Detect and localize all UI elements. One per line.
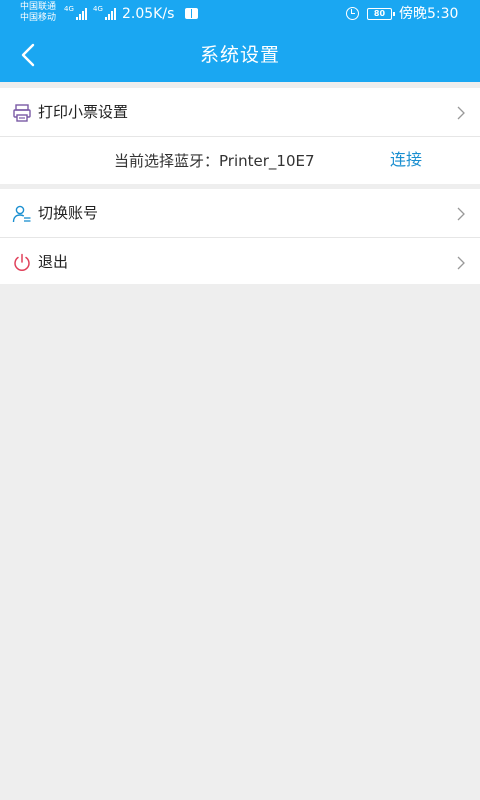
alarm-icon xyxy=(346,7,359,20)
bluetooth-status: 当前选择蓝牙：Printer_10E7 xyxy=(114,151,315,171)
print-settings-group: 打印小票设置 当前选择蓝牙：Printer_10E7 连接 xyxy=(0,88,480,184)
bluetooth-label: 当前选择蓝牙： xyxy=(114,152,220,170)
printer-icon xyxy=(13,104,31,122)
page-title: 系统设置 xyxy=(199,44,280,66)
header-bar: 系统设置 xyxy=(0,28,480,82)
book-icon xyxy=(185,8,198,19)
print-receipt-settings-item[interactable]: 打印小票设置 xyxy=(0,88,480,136)
connect-button[interactable]: 连接 xyxy=(390,150,422,170)
status-time: 傍晚5:30 xyxy=(399,6,459,22)
switch-account-item[interactable]: 切换账号 xyxy=(0,189,480,237)
chevron-right-icon xyxy=(457,106,465,120)
signal-2-icon: 4G xyxy=(93,6,116,20)
signal-1-icon: 4G xyxy=(64,6,87,20)
account-group: 切换账号 退出 xyxy=(0,189,480,285)
bluetooth-row: 当前选择蓝牙：Printer_10E7 连接 xyxy=(0,136,480,184)
user-switch-icon xyxy=(12,205,31,223)
chevron-right-icon xyxy=(457,256,465,270)
chevron-right-icon xyxy=(457,207,465,221)
logout-item[interactable]: 退出 xyxy=(0,237,480,285)
empty-content-area xyxy=(0,284,480,800)
carrier-1: 中国联通 xyxy=(20,2,57,12)
print-receipt-label: 打印小票设置 xyxy=(38,103,129,121)
battery-icon: 80 xyxy=(367,8,395,20)
logout-label: 退出 xyxy=(38,253,69,271)
power-icon xyxy=(14,253,30,271)
carrier-2: 中国移动 xyxy=(20,13,57,23)
bluetooth-device-name: Printer_10E7 xyxy=(219,152,315,170)
status-bar: 中国联通 中国移动 4G 4G 2.05K/s 80 傍晚5:30 xyxy=(0,0,480,28)
network-speed: 2.05K/s xyxy=(122,6,175,22)
switch-account-label: 切换账号 xyxy=(38,204,99,222)
network-type-2: 4G xyxy=(93,5,103,13)
carrier-names: 中国联通 中国移动 xyxy=(20,2,56,24)
network-type-1: 4G xyxy=(64,5,74,13)
